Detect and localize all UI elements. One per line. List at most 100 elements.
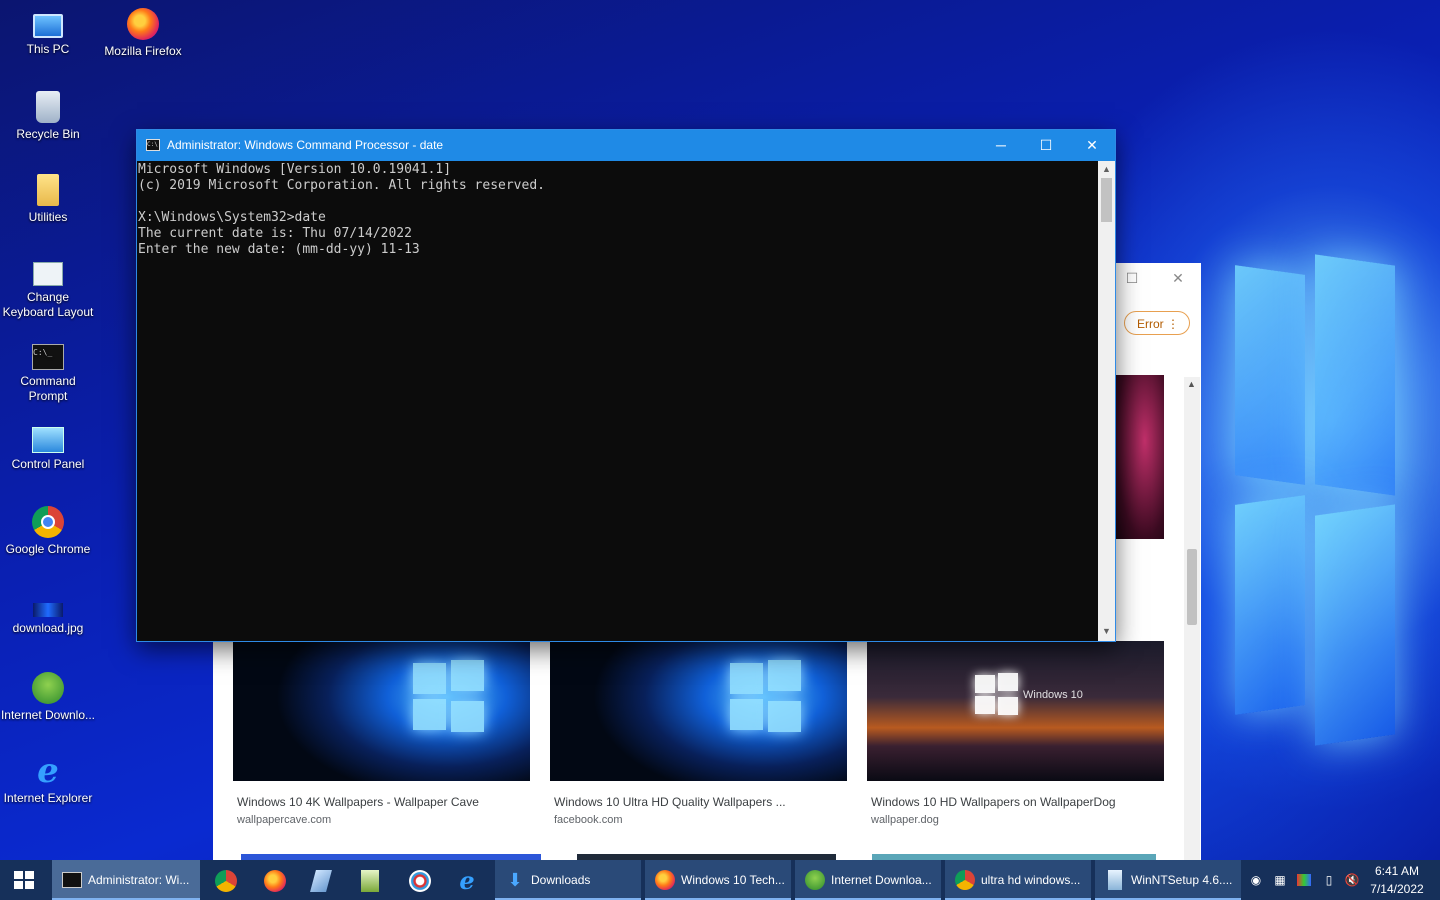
notepad-icon[interactable] [361,870,379,892]
maximize-button[interactable]: ☐ [1023,130,1069,161]
image-overlay-text: Windows 10 [1023,689,1083,701]
setup-icon [1108,870,1122,890]
desktop-icon-firefox[interactable]: Mozilla Firefox [95,8,191,59]
display-icon[interactable] [1297,874,1311,886]
image-result[interactable]: Windows 10 4K Wallpapers - Wallpaper Cav… [233,641,530,826]
close-button[interactable]: ✕ [1069,130,1115,161]
control-panel-icon [32,427,64,453]
console-line: Enter the new date: (mm-dd-yy) 11-13 [138,242,420,257]
folder-icon [37,174,59,206]
computer-icon [33,14,63,38]
window-title: Administrator: Windows Command Processor… [167,138,444,152]
paint-icon[interactable] [409,870,431,892]
chrome-icon [32,506,64,538]
eraser-icon[interactable] [310,870,332,892]
desktop-icon-internet-download-manager[interactable]: Internet Downlo... [0,672,96,723]
desktop-icon-label: This PC [26,42,70,56]
desktop-icon-download-jpg[interactable]: download.jpg [0,589,96,636]
result-title[interactable]: Windows 10 4K Wallpapers - Wallpaper Cav… [233,795,530,809]
browser-scrollbar[interactable]: ▲ [1184,377,1200,860]
keyboard-settings-icon [33,262,63,286]
desktop-icon-label: Internet Explorer [3,791,93,805]
desktop-icon-label: Internet Downlo... [0,708,96,722]
clock[interactable]: 6:41 AM 7/14/2022 [1362,862,1432,898]
firefox-icon [127,8,159,40]
taskbar-button-label: Administrator: Wi... [88,873,190,887]
internet-explorer-icon: e [37,751,59,791]
result-title[interactable]: Windows 10 HD Wallpapers on WallpaperDog [867,795,1164,809]
desktop: This PC Mozilla Firefox Recycle Bin Util… [0,0,1440,860]
image-result[interactable]: Windows 10 Ultra HD Quality Wallpapers .… [550,641,847,826]
clock-time: 6:41 AM [1374,864,1420,878]
firefox-icon[interactable] [264,870,286,892]
windows-logo-image [413,660,489,733]
download-arrow-icon: ⬇ [507,870,523,890]
desktop-icon-label: Change Keyboard Layout [2,290,94,319]
image-thumbnail[interactable] [1116,375,1164,539]
desktop-icon-this-pc[interactable]: This PC [0,8,96,57]
recycle-bin-icon [36,91,60,123]
desktop-icon-internet-explorer[interactable]: e Internet Explorer [0,751,96,806]
console-line: Microsoft Windows [Version 10.0.19041.1] [138,162,452,177]
desktop-icon-command-prompt[interactable]: C:\_ Command Prompt [0,340,96,404]
taskbar-button-internet-download-manager[interactable]: Internet Downloa... [795,860,941,900]
taskbar: Administrator: Wi... e ⬇ Downloads Windo… [0,860,1440,900]
desktop-icon-change-keyboard-layout[interactable]: Change Keyboard Layout [0,257,96,320]
command-prompt-icon: C:\ [146,139,160,151]
taskbar-button-downloads[interactable]: ⬇ Downloads [495,860,641,900]
volume-muted-icon[interactable]: 🔇 [1344,872,1360,888]
desktop-icon-label: Mozilla Firefox [104,44,182,58]
internet-download-manager-tray-icon[interactable]: ◉ [1248,872,1264,888]
taskbar-button-label: WinNTSetup 4.6.... [1131,873,1233,887]
command-prompt-icon: C:\_ [32,344,64,370]
result-source: wallpaper.dog [871,814,939,826]
maximize-icon[interactable]: ☐ [1123,269,1141,287]
start-button[interactable] [0,860,50,900]
console-line: X:\Windows\System32>date [138,210,326,225]
result-title[interactable]: Windows 10 Ultra HD Quality Wallpapers .… [550,795,847,809]
taskbar-button-winntsetup[interactable]: WinNTSetup 4.6.... [1095,860,1241,900]
close-icon[interactable]: ✕ [1169,269,1187,287]
image-thumbnail[interactable]: Windows 10 [867,641,1164,781]
desktop-icon-google-chrome[interactable]: Google Chrome [0,506,96,557]
console-line: The current date is: Thu 07/14/2022 [138,226,412,241]
more-vert-icon: ⋮ [1167,317,1179,331]
clock-date: 7/14/2022 [1370,882,1424,896]
image-thumbnail[interactable] [550,641,847,781]
windows-logo-image [975,673,1019,715]
scrollbar-thumb[interactable] [1101,178,1112,222]
taskbar-button-chrome[interactable]: ultra hd windows... [945,860,1091,900]
internet-explorer-icon[interactable]: e [456,869,478,893]
scroll-up-icon[interactable]: ▲ [1098,164,1115,174]
result-source: wallpapercave.com [237,814,332,826]
scrollbar-thumb[interactable] [1187,549,1197,625]
minimize-button[interactable]: ─ [978,130,1024,161]
console-output[interactable]: Microsoft Windows [Version 10.0.19041.1]… [138,162,1098,640]
taskbar-button-firefox[interactable]: Windows 10 Tech... [645,860,791,900]
command-prompt-window[interactable]: C:\ Administrator: Windows Command Proce… [137,130,1115,641]
desktop-icon-label: Command Prompt [20,374,76,403]
usb-icon[interactable]: ▯ [1321,872,1337,888]
desktop-icon-label: Utilities [28,210,68,224]
image-result[interactable]: Windows 10 Windows 10 HD Wallpapers on W… [867,641,1164,826]
windows-start-icon [14,871,34,889]
error-label: Error [1137,317,1164,331]
scroll-down-icon[interactable]: ▼ [1098,626,1115,636]
chrome-icon[interactable] [215,870,237,892]
cmd-titlebar[interactable]: C:\ Administrator: Windows Command Proce… [137,130,1115,161]
scroll-up-icon[interactable]: ▲ [1187,379,1196,389]
console-scrollbar[interactable]: ▲ ▼ [1098,161,1115,641]
windows-logo-image [730,660,806,733]
image-file-icon [33,603,63,617]
network-icon[interactable]: ▦ [1272,872,1288,888]
desktop-icon-label: Control Panel [11,457,85,471]
image-thumbnail[interactable] [233,641,530,781]
desktop-icon-recycle-bin[interactable]: Recycle Bin [0,91,96,142]
taskbar-button-command-prompt[interactable]: Administrator: Wi... [52,860,200,900]
firefox-icon [655,870,675,890]
desktop-icon-control-panel[interactable]: Control Panel [0,423,96,472]
desktop-icon-label: Google Chrome [5,542,91,556]
error-chip[interactable]: Error ⋮ [1124,311,1190,335]
desktop-icon-utilities[interactable]: Utilities [0,174,96,225]
